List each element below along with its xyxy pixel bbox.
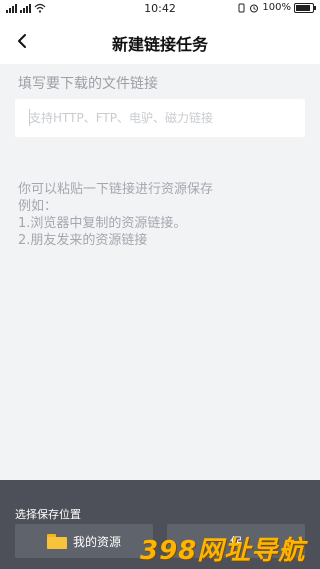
my-resources-label: 我的资源 xyxy=(72,534,121,549)
battery-icon xyxy=(294,2,316,13)
hint-line: 1.浏览器中复制的资源链接。 xyxy=(18,216,187,231)
link-input[interactable] xyxy=(27,110,293,126)
folder-icon xyxy=(46,533,67,549)
alarm-icon xyxy=(250,4,259,12)
my-resources-button[interactable]: 我的资源 xyxy=(15,524,153,558)
hint-line: 2.朋友发来的资源链接 xyxy=(18,233,148,248)
hint-text-block: 你可以粘贴一下链接进行资源保存 例如： 1.浏览器中复制的资源链接。 2.朋友发… xyxy=(18,181,213,249)
status-icons-right: 100% xyxy=(237,2,316,13)
save-button-label: 保 xyxy=(229,534,242,549)
link-input-box[interactable] xyxy=(15,99,305,137)
vibrate-icon xyxy=(238,3,245,12)
top-header: 新建链接任务 xyxy=(0,18,320,64)
link-field-label: 填写要下载的文件链接 xyxy=(18,76,158,92)
text-caret xyxy=(29,109,30,126)
hint-line: 例如： xyxy=(18,199,58,214)
save-location-label: 选择保存位置 xyxy=(15,508,81,521)
battery-percent: 100% xyxy=(262,2,291,13)
page-title: 新建链接任务 xyxy=(111,35,208,54)
save-button[interactable]: 保 xyxy=(167,524,305,558)
status-bar: 10:42 100% xyxy=(0,0,320,18)
hint-line: 你可以粘贴一下链接进行资源保存 xyxy=(18,182,214,197)
